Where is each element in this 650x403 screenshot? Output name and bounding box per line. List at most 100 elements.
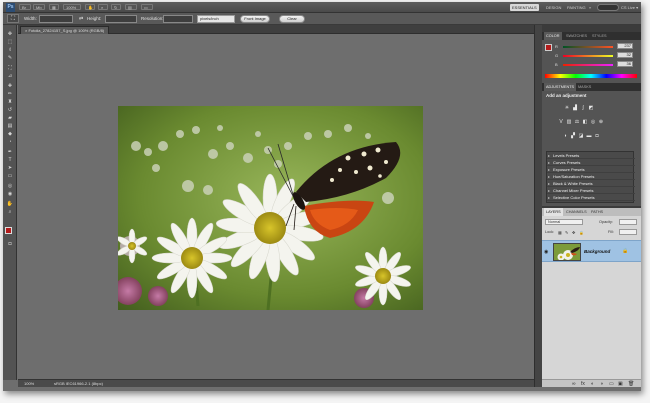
fill-input[interactable] [619, 229, 637, 235]
butterfly-daisy-photo[interactable] [118, 106, 423, 310]
foreground-color-swatch[interactable] [5, 227, 12, 234]
add-layer-mask-icon[interactable]: ◐ [591, 380, 594, 388]
document-tab-close-icon[interactable]: × [25, 28, 27, 33]
launch-bridge-button[interactable]: Br [19, 4, 31, 10]
tab-swatches[interactable]: SWATCHES [564, 32, 589, 40]
new-adjustment-layer-icon[interactable]: ◑ [600, 380, 603, 388]
tab-channels[interactable]: CHANNELS [564, 208, 589, 216]
blue-channel-slider[interactable] [563, 64, 613, 66]
document-canvas-area[interactable] [18, 34, 534, 379]
preset-curves[interactable]: Curves Presets [547, 159, 635, 166]
red-channel-slider[interactable] [563, 46, 613, 48]
selective-color-icon[interactable]: ◘ [594, 133, 600, 139]
preset-channel-mixer[interactable]: Channel Mixer Presets [547, 187, 635, 194]
quick-selection-tool-icon[interactable]: ✎ [6, 55, 14, 61]
status-color-profile[interactable]: sRGB IEC61966-2.1 (8bpc) [54, 380, 103, 388]
layer-row-background[interactable]: ◉ Background 🔒 [542, 240, 641, 262]
hand-tool-icon[interactable]: ✋ [6, 201, 14, 207]
blur-tool-icon[interactable]: ◆ [6, 131, 14, 137]
height-input[interactable] [105, 15, 137, 23]
preset-levels[interactable]: Levels Presets [547, 152, 635, 159]
swap-dimensions-icon[interactable]: ⇄ [79, 16, 83, 22]
posterize-icon[interactable]: ▞ [570, 133, 576, 139]
layer-visibility-eye-icon[interactable]: ◉ [544, 249, 548, 255]
resolution-units-dropdown[interactable]: pixels/inch [197, 15, 235, 23]
preset-exposure[interactable]: Exposure Presets [547, 166, 635, 173]
exposure-icon[interactable]: ◩ [588, 105, 594, 111]
workspace-essentials[interactable]: ESSENTIALS [510, 4, 539, 11]
workspace-more[interactable]: » [587, 4, 593, 11]
shape-tool-icon[interactable]: ▭ [6, 173, 14, 179]
color-balance-icon[interactable]: ⚖ [574, 119, 580, 125]
lock-position-icon[interactable]: ✥ [572, 230, 575, 235]
black-white-icon[interactable]: ◧ [582, 119, 588, 125]
workspace-painting[interactable]: PAINTING [565, 4, 588, 11]
zoom-tool-button[interactable]: ⌕ [98, 4, 108, 10]
red-channel-value[interactable]: 237 [617, 43, 633, 49]
gradient-tool-icon[interactable]: ▤ [6, 123, 14, 129]
rotate-view-button[interactable]: ↻ [111, 4, 121, 10]
channel-mixer-icon[interactable]: ⊕ [598, 119, 604, 125]
dodge-tool-icon[interactable]: ◔ [6, 139, 14, 145]
tab-paths[interactable]: PATHS [589, 208, 605, 216]
healing-brush-tool-icon[interactable]: ✚ [6, 83, 14, 89]
quick-mask-icon[interactable]: ◘ [6, 241, 14, 247]
tab-adjustments[interactable]: ADJUSTMENTS [544, 83, 577, 91]
tab-styles[interactable]: STYLES [590, 32, 609, 40]
brightness-contrast-icon[interactable]: ☀ [564, 105, 570, 111]
tab-layers[interactable]: LAYERS [544, 208, 563, 216]
hand-tool-button[interactable]: ✋ [85, 4, 95, 10]
3d-rotate-tool-icon[interactable]: ◎ [6, 183, 14, 189]
tab-masks[interactable]: MASKS [576, 83, 593, 91]
launch-minibridge-button[interactable]: Mb [33, 4, 45, 10]
delete-layer-icon[interactable]: 🗑 [628, 380, 634, 388]
cs-live-menu[interactable]: CS Live ▾ [621, 4, 638, 11]
arrange-documents-button[interactable]: ▤ [125, 4, 137, 10]
green-channel-value[interactable]: 32 [617, 52, 633, 58]
preset-hue-saturation[interactable]: Hue/Saturation Presets [547, 173, 635, 180]
lasso-tool-icon[interactable]: ℓ [6, 47, 14, 53]
threshold-icon[interactable]: ◪ [578, 133, 584, 139]
move-tool-icon[interactable]: ✥ [6, 31, 14, 37]
blend-mode-dropdown[interactable]: Normal [545, 219, 583, 225]
blue-channel-value[interactable]: 36 [617, 61, 633, 67]
pen-tool-icon[interactable]: ✒ [6, 149, 14, 155]
hue-saturation-icon[interactable]: ▥ [566, 119, 572, 125]
tab-color[interactable]: COLOR [544, 32, 562, 40]
search-field[interactable] [597, 4, 619, 11]
gradient-map-icon[interactable]: ▬ [586, 133, 592, 139]
document-tab[interactable]: × Fotolia_27824157_S.jpg @ 100% (RGB/8) [20, 26, 110, 34]
workspace-design[interactable]: DESIGN [544, 4, 563, 11]
zoom-tool-icon[interactable]: ⌕ [6, 209, 14, 215]
lock-transparency-icon[interactable]: ▦ [558, 230, 562, 235]
new-layer-icon[interactable]: ▣ [618, 380, 623, 388]
zoom-level-dropdown[interactable]: 100% [63, 4, 81, 10]
path-selection-tool-icon[interactable]: ➤ [6, 165, 14, 171]
lock-pixels-icon[interactable]: ✎ [565, 230, 568, 235]
opacity-input[interactable] [619, 219, 637, 225]
front-image-button[interactable]: Front Image [240, 15, 270, 23]
type-tool-icon[interactable]: T [6, 157, 14, 163]
layer-name-background[interactable]: Background [584, 249, 610, 254]
status-zoom-level[interactable]: 100% [24, 380, 34, 388]
crop-tool-preset-picker[interactable]: ⛶ [7, 14, 19, 23]
link-layers-icon[interactable]: ∞ [572, 380, 576, 388]
invert-icon[interactable]: ◑ [562, 133, 568, 139]
preset-black-white[interactable]: Black & White Presets [547, 180, 635, 187]
new-group-icon[interactable]: ▭ [609, 380, 614, 388]
photo-filter-icon[interactable]: ◎ [590, 119, 596, 125]
eyedropper-tool-icon[interactable]: ⊿ [6, 73, 14, 79]
screen-mode-button[interactable]: ▭ [141, 4, 153, 10]
resolution-input[interactable] [163, 15, 193, 23]
color-foreground-swatch[interactable] [545, 44, 552, 51]
3d-camera-tool-icon[interactable]: ◉ [6, 191, 14, 197]
marquee-tool-icon[interactable]: ⬚ [6, 39, 14, 45]
lock-all-icon[interactable]: 🔒 [579, 230, 584, 235]
crop-tool-icon[interactable]: ⛶ [6, 65, 14, 71]
width-input[interactable] [39, 15, 73, 23]
clear-button[interactable]: Clear [279, 15, 305, 23]
view-extras-button[interactable]: ▦ [49, 4, 59, 10]
levels-icon[interactable]: ▟ [572, 105, 578, 111]
clone-stamp-tool-icon[interactable]: ♜ [6, 99, 14, 105]
history-brush-tool-icon[interactable]: ↺ [6, 107, 14, 113]
